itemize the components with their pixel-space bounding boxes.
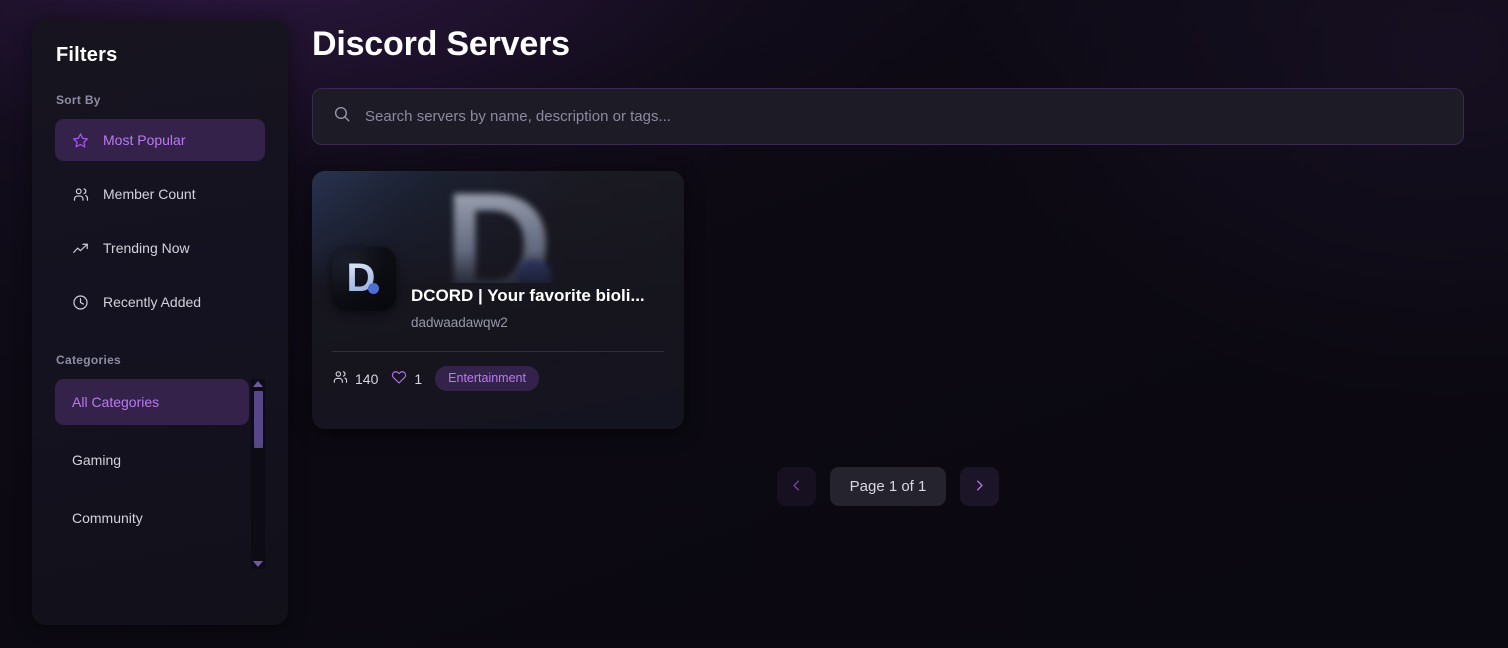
category-label: Gaming: [72, 452, 122, 468]
server-card-stats: 140 1 Entertainment: [312, 352, 684, 392]
member-count-value: 140: [355, 370, 379, 387]
server-card-header: D DCORD | Your favorite bioli... dadwaad…: [312, 247, 684, 330]
sort-options-list: Most Popular Member Count Trending Now R…: [32, 119, 288, 323]
clock-icon: [72, 294, 89, 311]
filters-sidebar: Filters Sort By Most Popular Member Coun…: [32, 20, 288, 625]
avatar-dot-icon: [368, 283, 379, 294]
categories-section: Categories All Categories Gaming Communi…: [32, 353, 288, 569]
app-root: Filters Sort By Most Popular Member Coun…: [0, 0, 1508, 648]
server-card-titles: DCORD | Your favorite bioli... dadwaadaw…: [411, 247, 664, 330]
page-title: Discord Servers: [312, 25, 570, 63]
star-icon: [72, 132, 89, 149]
filters-panel: Filters Sort By Most Popular Member Coun…: [32, 20, 288, 625]
categories-scroll-area: All Categories Gaming Community: [32, 379, 288, 569]
sidebar-item-gaming[interactable]: Gaming: [55, 437, 249, 483]
server-name: DCORD | Your favorite bioli...: [411, 286, 645, 305]
sidebar-item-recently-added[interactable]: Recently Added: [55, 281, 265, 323]
search-bar[interactable]: [312, 88, 1464, 145]
server-handle: dadwaadawqw2: [411, 315, 508, 331]
users-icon: [72, 186, 89, 203]
sidebar-item-label: Member Count: [103, 186, 196, 202]
sidebar-item-community[interactable]: Community: [55, 495, 249, 541]
sidebar-item-label: Recently Added: [103, 294, 202, 310]
page-indicator: Page 1 of 1: [829, 467, 947, 506]
prev-page-button[interactable]: [776, 467, 816, 506]
chevron-right-icon: [972, 478, 987, 496]
sidebar-item-member-count[interactable]: Member Count: [55, 173, 265, 215]
heart-icon: [391, 369, 407, 388]
sidebar-item-label: Trending Now: [103, 240, 190, 256]
users-icon: [332, 369, 348, 388]
sort-by-label: Sort By: [56, 93, 101, 107]
sidebar-item-most-popular[interactable]: Most Popular: [55, 119, 265, 161]
member-count-stat: 140: [332, 369, 378, 388]
search-icon: [333, 105, 351, 128]
trending-up-icon: [72, 240, 89, 257]
status-badge: Entertainment: [435, 366, 539, 392]
server-card[interactable]: D D DCORD | Your favorite bioli... dadwa…: [312, 171, 684, 429]
like-count-value: 1: [414, 370, 423, 387]
chevron-left-icon: [789, 478, 804, 496]
scrollbar-thumb[interactable]: [254, 391, 263, 448]
scroll-down-arrow-icon[interactable]: [253, 561, 263, 567]
search-input[interactable]: [365, 108, 1443, 125]
filters-title: Filters: [56, 44, 118, 66]
next-page-button[interactable]: [960, 467, 1000, 506]
category-label: Community: [72, 510, 143, 526]
server-avatar: D: [332, 247, 396, 311]
main-content: Discord Servers D D: [312, 0, 1508, 648]
like-count-stat: 1: [391, 369, 422, 388]
sidebar-item-all-categories[interactable]: All Categories: [55, 379, 249, 425]
scroll-up-arrow-icon[interactable]: [253, 381, 263, 387]
categories-scrollbar[interactable]: [251, 379, 265, 569]
sidebar-item-label: Most Popular: [103, 132, 186, 148]
categories-list: All Categories Gaming Community: [55, 379, 265, 541]
category-label: All Categories: [72, 394, 160, 410]
sidebar-item-trending-now[interactable]: Trending Now: [55, 227, 265, 269]
pagination: Page 1 of 1: [312, 467, 1464, 506]
server-card-grid: D D DCORD | Your favorite bioli... dadwa…: [312, 171, 1464, 429]
scrollbar-track[interactable]: [254, 391, 263, 555]
categories-label: Categories: [56, 353, 122, 367]
